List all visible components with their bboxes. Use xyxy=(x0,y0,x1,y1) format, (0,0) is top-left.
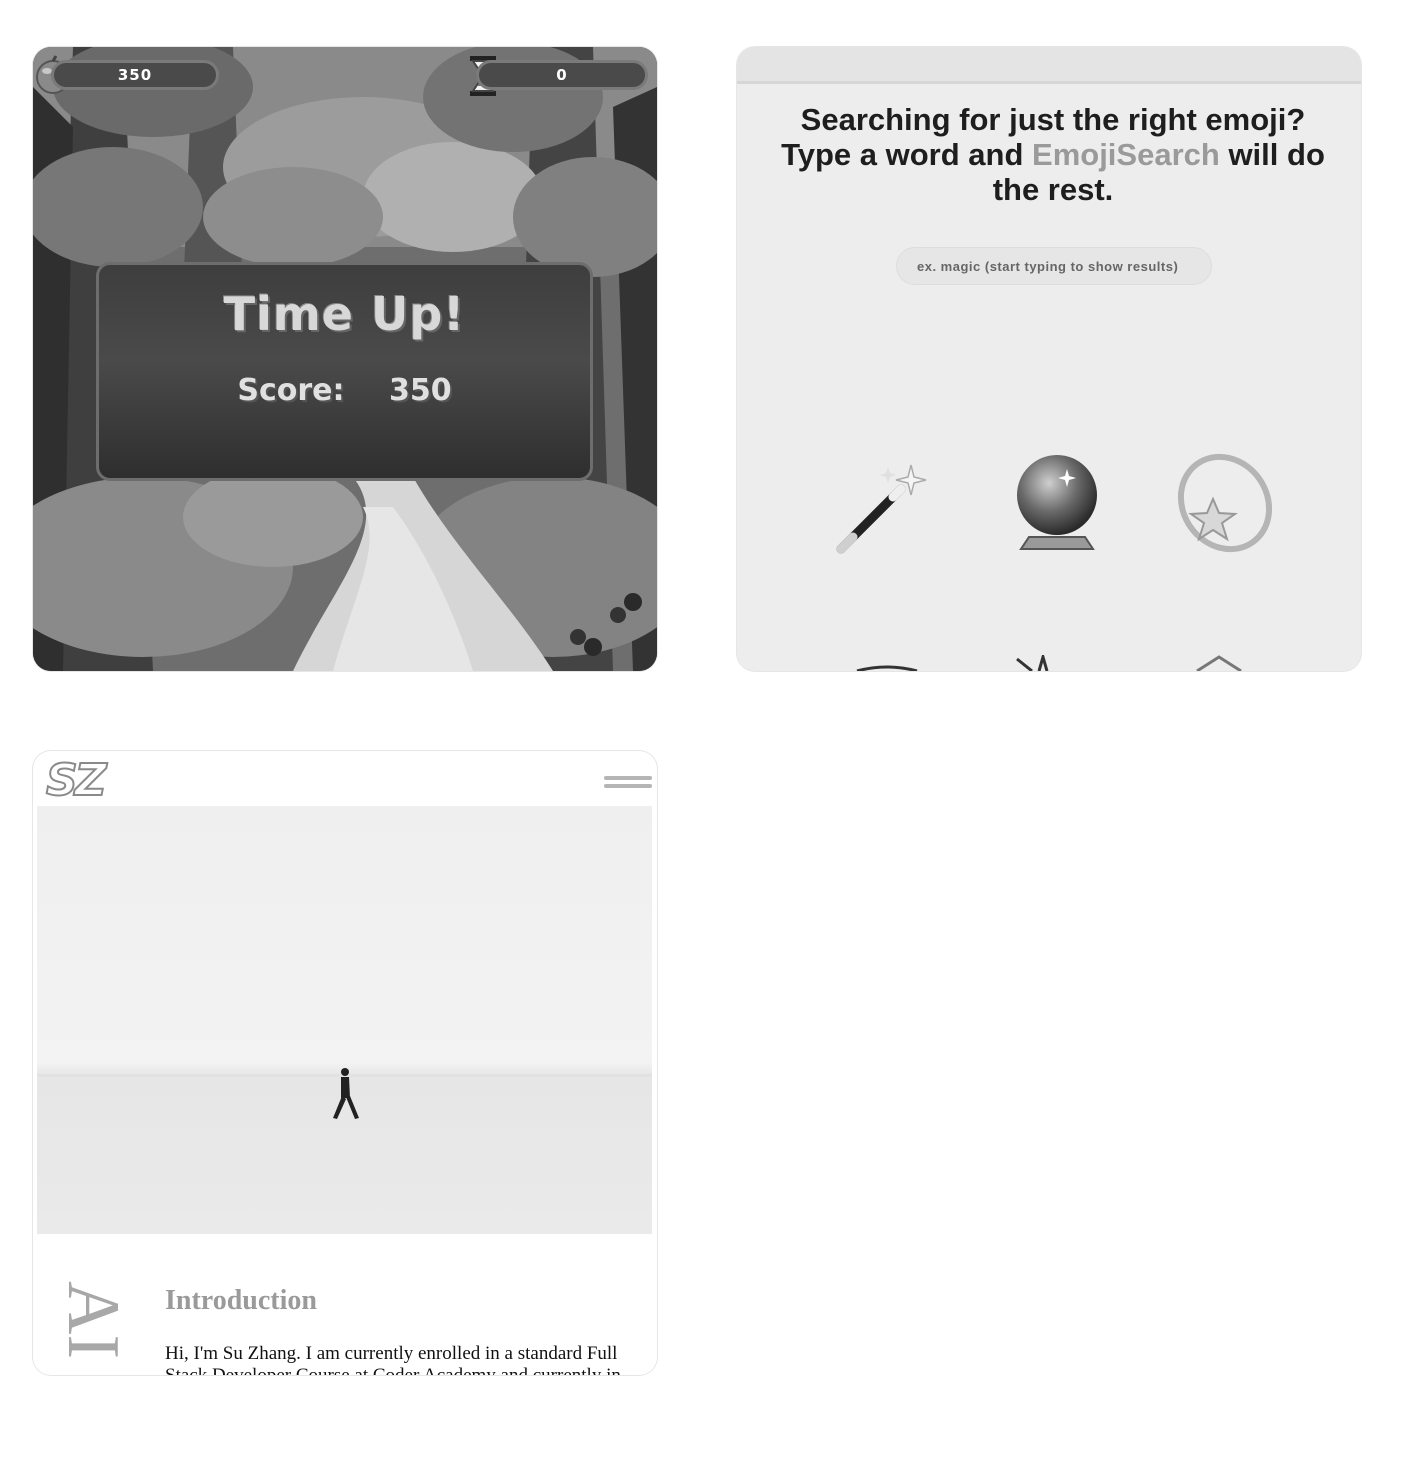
panel-score-value: 350 xyxy=(388,373,452,408)
crystal-ball-icon[interactable] xyxy=(1007,449,1107,555)
site-logo[interactable]: SZ xyxy=(45,754,108,807)
score-value: 350 xyxy=(117,66,153,84)
timer-value: 0 xyxy=(556,66,568,84)
time-up-panel: Time Up! Score: 350 xyxy=(96,262,593,481)
magic-wand-icon[interactable] xyxy=(833,457,933,557)
top-bar xyxy=(737,47,1361,84)
search-input[interactable] xyxy=(896,247,1212,285)
shooting-star-icon[interactable] xyxy=(1175,451,1275,555)
portfolio-card: SZ AI Introduction Hi, I'm Su Zhang. I a… xyxy=(33,751,657,1375)
brand-name: EmojiSearch xyxy=(1032,137,1220,172)
panel-title: Time Up! xyxy=(223,287,466,341)
timer-counter: 0 xyxy=(476,60,648,90)
page-heading: Searching for just the right emoji? Type… xyxy=(777,102,1329,207)
side-decoration: AI xyxy=(53,1281,133,1371)
intro-paragraph: Hi, I'm Su Zhang. I am currently enrolle… xyxy=(165,1343,621,1375)
emoji-search-card: Searching for just the right emoji? Type… xyxy=(737,47,1361,671)
panel-score-label: Score: xyxy=(237,373,345,408)
panel-score: Score: 350 xyxy=(99,373,590,408)
game-card: 350 0 Time Up! Score: 350 xyxy=(33,47,657,671)
hamburger-menu-icon[interactable] xyxy=(604,773,652,793)
section-title: Introduction xyxy=(165,1285,317,1316)
more-results-row xyxy=(856,655,1242,671)
side-letters: AI xyxy=(53,1281,133,1360)
hero-image xyxy=(37,806,652,1234)
score-counter: 350 xyxy=(51,60,219,90)
